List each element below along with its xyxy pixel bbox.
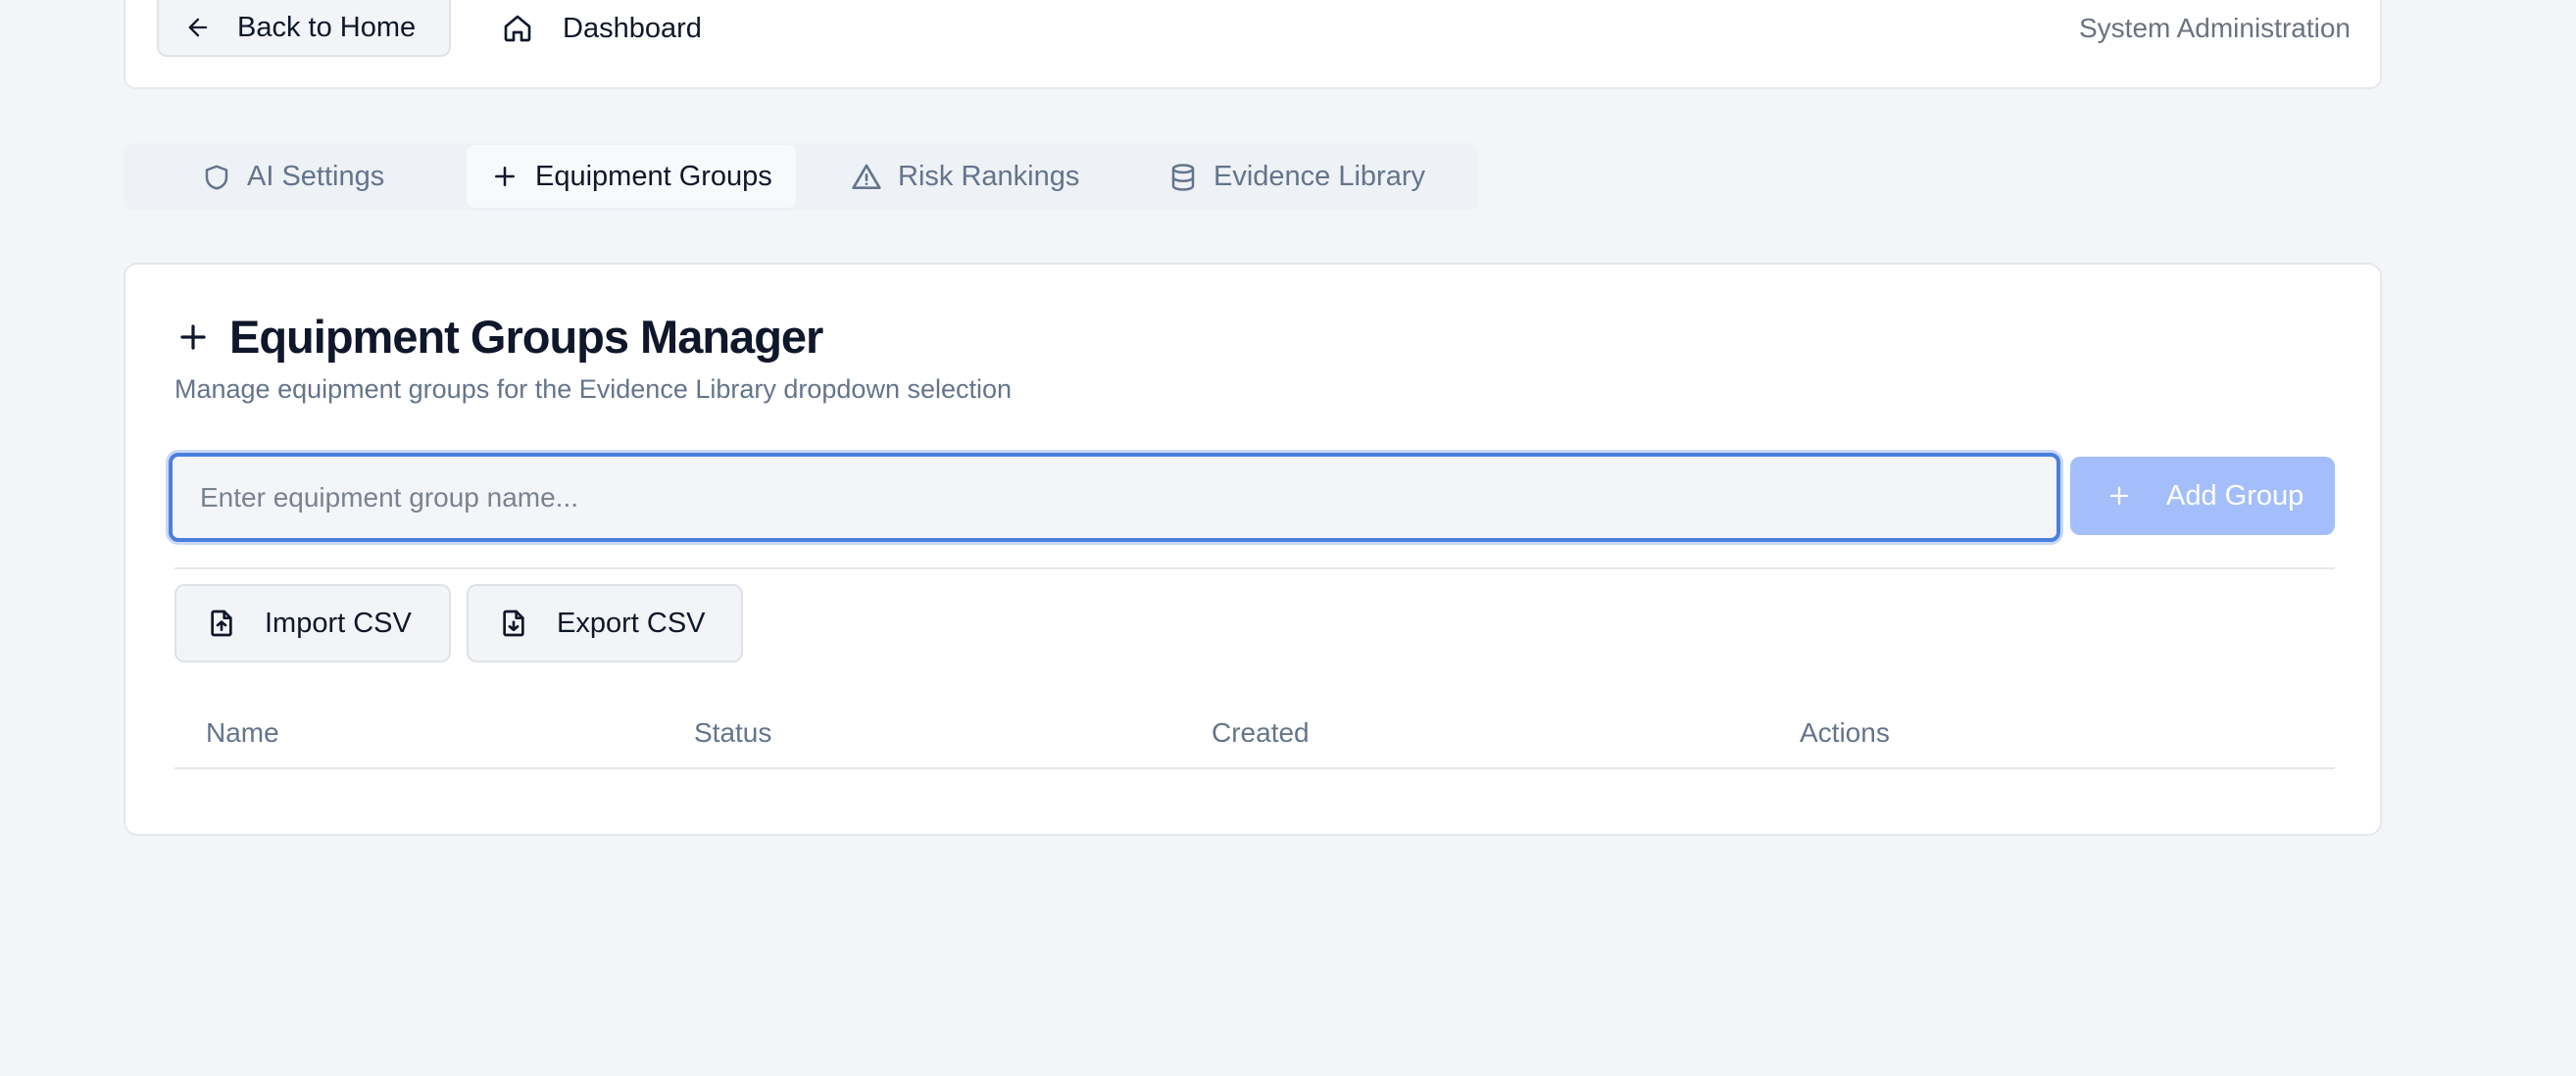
divider [174,567,2335,569]
add-group-button[interactable]: Add Group [2070,457,2335,535]
tab-evidence-library[interactable]: Evidence Library [1168,143,1425,211]
back-to-home-button[interactable]: Back to Home [157,0,451,57]
column-header-created[interactable]: Created [1212,701,1310,765]
plus-icon [490,162,520,191]
import-csv-button[interactable]: Import CSV [174,584,451,662]
arrow-left-icon [184,14,212,41]
tab-equipment-groups[interactable]: Equipment Groups [467,145,796,208]
import-csv-label: Import CSV [265,607,412,639]
shield-icon [202,163,231,192]
card-header: Equipment Groups Manager [174,310,823,364]
section-label: System Administration [2079,13,2351,43]
export-csv-button[interactable]: Export CSV [467,584,743,662]
top-bar: Back to Home Dashboard System Administra… [124,0,2382,89]
tab-label: Equipment Groups [535,160,772,192]
dashboard-label: Dashboard [563,12,702,44]
home-icon [502,13,533,44]
column-header-actions: Actions [1800,717,1890,748]
tab-label: Evidence Library [1214,161,1425,192]
tab-label: AI Settings [247,161,385,192]
back-to-home-label: Back to Home [237,11,417,43]
add-group-label: Add Group [2166,479,2304,512]
plus-icon [2105,482,2133,510]
equipment-group-name-input[interactable] [169,453,2060,542]
admin-tabs: AI Settings Equipment Groups Risk Rankin… [124,143,1478,211]
file-download-icon [498,608,529,639]
equipment-groups-card: Equipment Groups Manager Manage equipmen… [124,263,2382,836]
column-header-status[interactable]: Status [694,701,771,765]
tab-label: Risk Rankings [898,161,1080,192]
tab-risk-rankings[interactable]: Risk Rankings [851,143,1079,211]
table-header: Name Status Created Actions [174,701,2335,769]
plus-icon [174,318,212,356]
tab-ai-settings[interactable]: AI Settings [202,143,384,211]
database-icon [1168,163,1198,192]
page-subtitle: Manage equipment groups for the Evidence… [174,374,1013,404]
warning-triangle-icon [851,162,882,193]
column-header-name[interactable]: Name [206,701,279,765]
file-upload-icon [206,608,237,639]
page-title: Equipment Groups Manager [229,311,823,363]
export-csv-label: Export CSV [557,607,706,639]
dashboard-link[interactable]: Dashboard [502,0,702,57]
